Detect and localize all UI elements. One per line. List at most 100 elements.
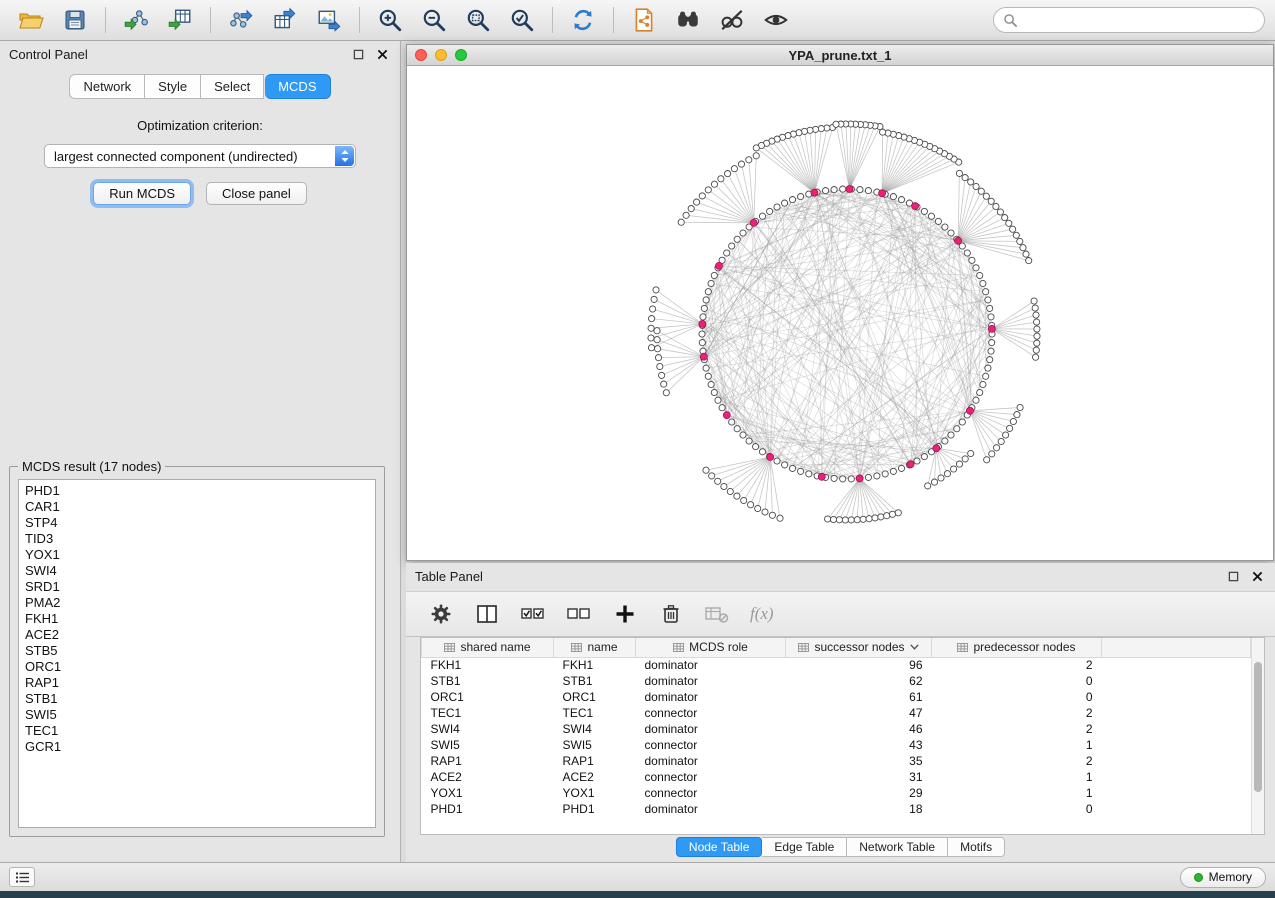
column-header-name[interactable]: name (554, 638, 636, 657)
cell-predecessors[interactable]: 1 (932, 785, 1102, 801)
zoom-in-button[interactable] (369, 4, 411, 37)
cell-successors[interactable]: 31 (786, 769, 932, 785)
mcds-result-item[interactable]: STB1 (25, 691, 375, 707)
close-panel-button[interactable] (374, 46, 391, 63)
show-graphics-button[interactable] (755, 4, 797, 37)
criterion-dropdown[interactable]: largest connected component (undirected) (44, 144, 356, 168)
cell-name[interactable]: PHD1 (554, 801, 636, 817)
zoom-selected-button[interactable] (501, 4, 543, 37)
zoom-out-button[interactable] (413, 4, 455, 37)
export-network-button[interactable] (220, 4, 262, 37)
panel-menu-button[interactable] (9, 867, 35, 887)
mcds-result-item[interactable]: STP4 (25, 515, 375, 531)
mcds-result-item[interactable]: ORC1 (25, 659, 375, 675)
cell-name[interactable]: STB1 (554, 673, 636, 689)
table-row-FKH1[interactable]: FKH1FKH1dominator962 (422, 657, 1251, 673)
mcds-result-item[interactable]: PHD1 (25, 483, 375, 499)
cell-name[interactable]: SWI5 (554, 737, 636, 753)
close-window-button[interactable] (415, 49, 427, 61)
mcds-result-list[interactable]: PHD1CAR1STP4TID3YOX1SWI4SRD1PMA2FKH1ACE2… (18, 479, 376, 828)
cell-shared_name[interactable]: SWI5 (422, 737, 554, 753)
table-row-ACE2[interactable]: ACE2ACE2connector311 (422, 769, 1251, 785)
export-image-button[interactable] (308, 4, 350, 37)
tab-network[interactable]: Network (69, 74, 145, 99)
tab-mcds[interactable]: MCDS (265, 74, 330, 99)
tab-network-table[interactable]: Network Table (847, 837, 948, 857)
table-row-STB1[interactable]: STB1STB1dominator620 (422, 673, 1251, 689)
cell-shared_name[interactable]: TEC1 (422, 705, 554, 721)
create-column-button[interactable] (612, 601, 638, 627)
column-header-successor-nodes[interactable]: successor nodes (786, 638, 932, 657)
cell-shared_name[interactable]: PHD1 (422, 801, 554, 817)
show-columns-button[interactable] (474, 601, 500, 627)
cell-successors[interactable]: 96 (786, 657, 932, 673)
cell-successors[interactable]: 47 (786, 705, 932, 721)
mcds-result-item[interactable]: SWI5 (25, 707, 375, 723)
column-header-predecessor-nodes[interactable]: predecessor nodes (932, 638, 1102, 657)
cell-role[interactable]: dominator (636, 753, 786, 769)
cell-shared_name[interactable]: STB1 (422, 673, 554, 689)
mcds-result-item[interactable]: PMA2 (25, 595, 375, 611)
table-row-RAP1[interactable]: RAP1RAP1dominator352 (422, 753, 1251, 769)
cell-successors[interactable]: 35 (786, 753, 932, 769)
cell-predecessors[interactable]: 0 (932, 689, 1102, 705)
cell-shared_name[interactable]: FKH1 (422, 657, 554, 673)
cell-role[interactable]: connector (636, 705, 786, 721)
save-session-button[interactable] (54, 4, 96, 37)
cell-role[interactable]: dominator (636, 673, 786, 689)
cell-successors[interactable]: 61 (786, 689, 932, 705)
network-graph-canvas[interactable] (407, 66, 1273, 560)
cell-role[interactable]: connector (636, 737, 786, 753)
refresh-layout-button[interactable] (562, 4, 604, 37)
cell-shared_name[interactable]: RAP1 (422, 753, 554, 769)
memory-button[interactable]: Memory (1180, 867, 1266, 888)
cell-successors[interactable]: 62 (786, 673, 932, 689)
cell-successors[interactable]: 46 (786, 721, 932, 737)
table-scrollbar-thumb[interactable] (1254, 662, 1262, 792)
cell-role[interactable]: dominator (636, 689, 786, 705)
cell-role[interactable]: connector (636, 769, 786, 785)
cell-name[interactable]: TEC1 (554, 705, 636, 721)
mcds-result-item[interactable]: ACE2 (25, 627, 375, 643)
cell-name[interactable]: ACE2 (554, 769, 636, 785)
cell-shared_name[interactable]: YOX1 (422, 785, 554, 801)
mcds-result-item[interactable]: STB5 (25, 643, 375, 659)
cell-role[interactable]: dominator (636, 801, 786, 817)
close-mcds-panel-button[interactable]: Close panel (206, 182, 307, 205)
table-row-PHD1[interactable]: PHD1PHD1dominator180 (422, 801, 1251, 817)
search-input[interactable] (1024, 13, 1255, 28)
maximize-window-button[interactable] (455, 49, 467, 61)
cell-name[interactable]: ORC1 (554, 689, 636, 705)
cell-predecessors[interactable]: 2 (932, 721, 1102, 737)
cell-name[interactable]: YOX1 (554, 785, 636, 801)
tab-edge-table[interactable]: Edge Table (762, 837, 847, 857)
cell-name[interactable]: SWI4 (554, 721, 636, 737)
table-scrollbar[interactable] (1251, 638, 1264, 834)
network-window-titlebar[interactable]: YPA_prune.txt_1 (407, 45, 1273, 66)
run-mcds-button[interactable]: Run MCDS (93, 182, 191, 205)
zoom-fit-button[interactable] (457, 4, 499, 37)
cell-successors[interactable]: 29 (786, 785, 932, 801)
cell-role[interactable]: connector (636, 785, 786, 801)
mcds-result-item[interactable]: FKH1 (25, 611, 375, 627)
mcds-result-item[interactable]: SRD1 (25, 579, 375, 595)
mcds-result-item[interactable]: YOX1 (25, 547, 375, 563)
tab-node-table[interactable]: Node Table (676, 837, 763, 857)
cell-predecessors[interactable]: 2 (932, 753, 1102, 769)
open-session-button[interactable] (10, 4, 52, 37)
search-field[interactable] (993, 7, 1265, 33)
close-table-panel-button[interactable] (1249, 568, 1266, 585)
table-row-SWI5[interactable]: SWI5SWI5connector431 (422, 737, 1251, 753)
select-all-columns-button[interactable] (520, 601, 546, 627)
table-row-YOX1[interactable]: YOX1YOX1connector291 (422, 785, 1251, 801)
float-panel-button[interactable] (350, 46, 367, 63)
cell-shared_name[interactable]: ORC1 (422, 689, 554, 705)
cell-predecessors[interactable]: 0 (932, 673, 1102, 689)
cell-predecessors[interactable]: 1 (932, 769, 1102, 785)
mcds-result-item[interactable]: TEC1 (25, 723, 375, 739)
cell-shared_name[interactable]: ACE2 (422, 769, 554, 785)
cell-role[interactable]: dominator (636, 721, 786, 737)
cell-name[interactable]: RAP1 (554, 753, 636, 769)
export-table-button[interactable] (264, 4, 306, 37)
cell-shared_name[interactable]: SWI4 (422, 721, 554, 737)
